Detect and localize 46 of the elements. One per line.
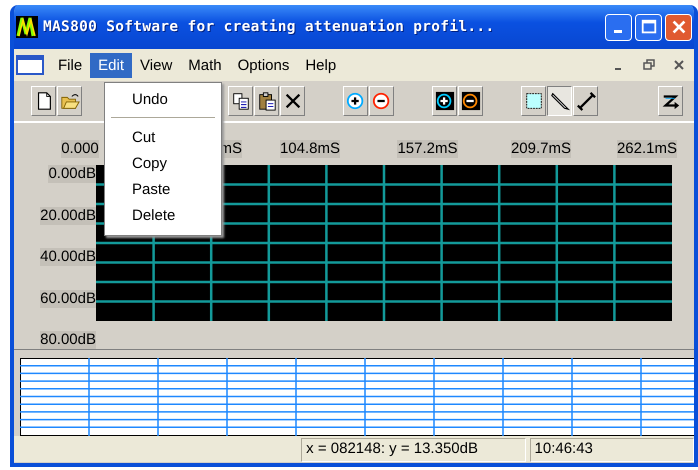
axis-label: 0.00dB <box>48 165 96 183</box>
copy-icon <box>230 91 250 111</box>
zoom-in-icon <box>346 91 366 111</box>
menu-item[interactable]: Cut <box>105 125 221 151</box>
document-icon[interactable] <box>16 55 44 75</box>
menu-item[interactable]: Paste <box>105 177 221 203</box>
minimize-icon <box>614 30 622 32</box>
axis-label: 40.00dB <box>40 248 96 266</box>
clipboard-icon <box>256 91 276 111</box>
close-button[interactable] <box>665 14 692 40</box>
axis-label: 0.000 <box>61 140 99 158</box>
menu-item[interactable]: Copy <box>105 151 221 177</box>
axis-label: 20.00dB <box>40 206 96 224</box>
menu-item[interactable]: File <box>50 52 90 78</box>
menu-item[interactable]: Delete <box>105 203 221 229</box>
menu-item[interactable]: Math <box>180 52 230 78</box>
pencil-icon <box>550 91 570 111</box>
folder-icon <box>60 91 80 111</box>
menu-item[interactable]: Options <box>230 52 298 78</box>
close-icon <box>673 59 685 71</box>
maximize-icon <box>640 18 658 36</box>
axis-label: 104.8mS <box>280 140 340 158</box>
zoom-in-icon <box>434 91 454 111</box>
minimize-icon <box>615 68 621 70</box>
status-time: 10:46:43 <box>530 438 694 462</box>
menu-item[interactable]: View <box>132 52 180 78</box>
window-title: MAS800 Software for creating attenuation profil... <box>43 19 496 35</box>
zoom-out-icon <box>460 91 480 111</box>
line-tool-icon <box>576 91 596 111</box>
tool-button[interactable] <box>547 86 572 116</box>
menu-item[interactable]: Edit <box>90 52 132 78</box>
zoom-out-icon <box>372 91 392 111</box>
menu-item[interactable]: Help <box>297 52 344 78</box>
app-icon <box>16 16 38 38</box>
restore-icon <box>643 59 655 71</box>
status-position: x = 082148: y = 13.350dB <box>301 438 526 462</box>
selection-icon <box>524 91 544 111</box>
axis-label: 262.1mS <box>616 140 678 158</box>
axis-label: 157.2mS <box>397 140 458 158</box>
axis-label: 60.00dB <box>40 290 96 308</box>
axis-label: 209.7mS <box>510 140 572 158</box>
maximize-button[interactable] <box>635 14 662 40</box>
grid-panel[interactable] <box>20 358 694 436</box>
menu-item[interactable]: Undo <box>105 87 221 113</box>
minimize-button[interactable] <box>605 14 632 40</box>
axis-label: 80.00dB <box>40 331 96 349</box>
